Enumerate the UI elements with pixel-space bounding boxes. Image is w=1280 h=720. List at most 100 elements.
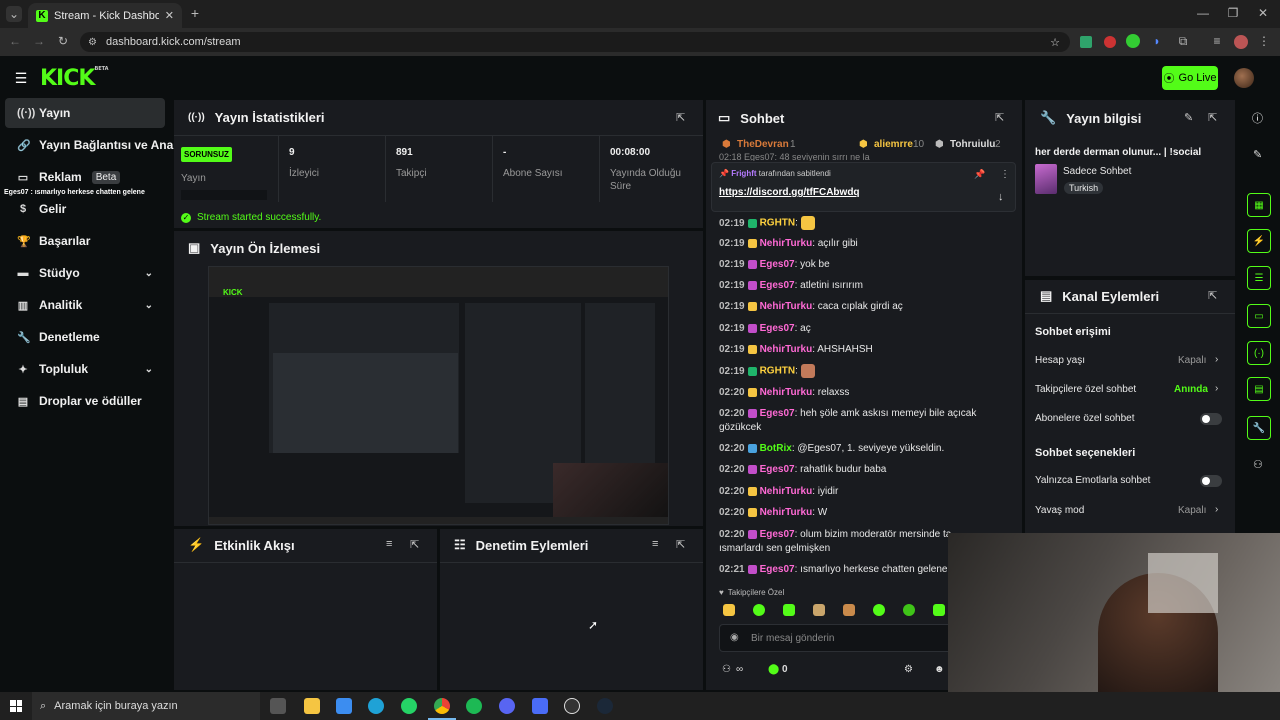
emote-icon[interactable] (873, 604, 885, 616)
reload-icon[interactable]: ↻ (56, 34, 70, 48)
chat-message[interactable]: 02:19 RGHTN: (719, 364, 979, 379)
taskbar-search[interactable]: ⌕ Aramak için buraya yazın (32, 692, 260, 720)
emote-only-toggle[interactable] (1200, 475, 1222, 487)
emote-picker-icon[interactable]: ☻ (934, 664, 945, 675)
sidebar-item-stream[interactable]: ((·)) Yayın (5, 98, 165, 128)
subs-chat-toggle[interactable] (1200, 413, 1222, 425)
chat-message[interactable]: 02:19 Eges07: atletini ısırırım (719, 279, 979, 293)
emote-icon[interactable] (903, 604, 915, 616)
sidebar-item-achievements[interactable]: 🏆 Başarılar (5, 226, 165, 256)
chevron-right-icon[interactable]: › (1215, 354, 1218, 365)
store-icon[interactable] (336, 698, 352, 714)
preview-widget-icon[interactable]: (·) (1247, 341, 1271, 365)
user-avatar[interactable] (1234, 68, 1254, 88)
chat-message[interactable]: 02:20 Eges07: olum bizim moderatör mersin… (719, 528, 979, 556)
filter-icon[interactable]: ≡ (652, 538, 658, 550)
hamburger-menu-icon[interactable]: ☰ (14, 70, 28, 87)
chat-widget-icon[interactable]: ▭ (1247, 304, 1271, 328)
popout-icon[interactable]: ⇱ (410, 538, 419, 551)
edge-icon[interactable] (368, 698, 384, 714)
obs-icon[interactable] (564, 698, 580, 714)
windows-start-icon[interactable] (10, 700, 22, 712)
chat-input[interactable]: ◉ Bir mesaj gönderin (719, 624, 959, 652)
chat-message[interactable]: 02:20 NehirTurku: iyidir (719, 485, 979, 499)
unpin-icon[interactable]: 📌 (974, 169, 985, 180)
tab-list-icon[interactable]: ⌄ (6, 6, 22, 22)
more-options-icon[interactable]: ⋮ (1000, 169, 1010, 180)
chat-username[interactable]: Eges07 (760, 529, 795, 540)
chat-username[interactable]: Eges07 (760, 259, 795, 270)
go-live-button[interactable]: ⦿ Go Live (1162, 66, 1218, 90)
info-icon[interactable]: ⓘ (1252, 110, 1263, 126)
spotify-icon[interactable] (466, 698, 482, 714)
emote-icon[interactable] (933, 604, 945, 616)
chat-message[interactable]: 02:19 NehirTurku: açılır gibi (719, 237, 979, 251)
chat-message[interactable]: 02:20 BotRix: @Eges07, 1. seviyeye yüksel… (719, 442, 979, 456)
close-window-icon[interactable]: ✕ (1256, 6, 1270, 20)
url-field[interactable]: ⚙ dashboard.kick.com/stream ☆ (80, 32, 1070, 52)
emote-icon[interactable] (753, 604, 765, 616)
community-icon[interactable]: ⚇ (1253, 458, 1263, 471)
chat-username[interactable]: NehirTurku (760, 301, 813, 312)
chat-message[interactable]: 02:19 Eges07: yok be (719, 258, 979, 272)
sidebar-item-analytics[interactable]: ▥ Analitik ⌄ (5, 290, 165, 320)
stats-widget-icon[interactable]: ▦ (1247, 193, 1271, 217)
chat-username[interactable]: Eges07 (760, 564, 795, 575)
sidebar-item-ads[interactable]: ▭ Reklam Beta (5, 162, 165, 192)
chat-message[interactable]: 02:19 NehirTurku: caca cıplak girdi aç (719, 300, 979, 314)
app-icon[interactable] (532, 698, 548, 714)
emote-icon[interactable] (813, 604, 825, 616)
forward-icon[interactable]: → (32, 34, 46, 48)
chat-message[interactable]: 02:21 Eges07: ısmarlıyo herkese chatten g… (719, 563, 979, 577)
back-icon[interactable]: ← (8, 34, 22, 48)
slow-mode-value[interactable]: Kapalı (1178, 505, 1206, 516)
sidebar-item-studio[interactable]: ▬ Stüdyo ⌄ (5, 258, 165, 288)
chat-username[interactable]: NehirTurku (760, 387, 813, 398)
bookmark-star-icon[interactable]: ☆ (1050, 36, 1060, 49)
chat-username[interactable]: NehirTurku (760, 486, 813, 497)
chevron-right-icon[interactable]: › (1215, 504, 1218, 515)
category-label[interactable]: Sadece Sohbet (1063, 166, 1131, 177)
filter-icon[interactable]: ≡ (386, 538, 392, 550)
sidebar-item-revenue[interactable]: $ Gelir (5, 194, 165, 224)
file-explorer-icon[interactable] (304, 698, 320, 714)
chat-username[interactable]: RGHTN (760, 218, 796, 229)
extensions-puzzle-icon[interactable]: ⧉ (1176, 34, 1190, 49)
chat-username[interactable]: RGHTN (760, 366, 796, 377)
popout-icon[interactable]: ⇱ (995, 111, 1004, 124)
extension-icon[interactable] (1104, 36, 1116, 48)
profile-avatar[interactable] (1234, 35, 1248, 49)
sidebar-item-community[interactable]: ✦ Topluluk ⌄ (5, 354, 165, 384)
chat-username[interactable]: NehirTurku (760, 507, 813, 518)
actions-widget-icon[interactable]: ▤ (1247, 377, 1271, 401)
chat-username[interactable]: Eges07 (760, 408, 795, 419)
popout-icon[interactable]: ⇱ (1208, 111, 1217, 124)
info-widget-icon[interactable]: 🔧 (1247, 416, 1271, 440)
chrome-icon[interactable] (434, 698, 450, 714)
scroll-down-icon[interactable]: ↓ (998, 191, 1004, 203)
restore-icon[interactable]: ❐ (1226, 6, 1240, 20)
minimize-icon[interactable]: — (1196, 6, 1210, 20)
activity-widget-icon[interactable]: ⚡ (1247, 229, 1271, 253)
chevron-right-icon[interactable]: › (1215, 383, 1218, 394)
chat-message[interactable]: 02:19 RGHTN: (719, 216, 979, 231)
chat-message[interactable]: 02:20 NehirTurku: W (719, 506, 979, 520)
steam-icon[interactable] (597, 698, 613, 714)
kick-logo[interactable]: KICKBETA (40, 66, 109, 91)
extension-icon[interactable] (1080, 36, 1092, 48)
chat-settings-icon[interactable]: ◉ (730, 632, 739, 643)
emote-icon[interactable] (723, 604, 735, 616)
popout-icon[interactable]: ⇱ (676, 111, 685, 124)
chat-username[interactable]: NehirTurku (760, 344, 813, 355)
reading-list-icon[interactable]: ≡ (1210, 34, 1224, 48)
edit-pencil-icon[interactable]: ✎ (1253, 148, 1262, 161)
emote-icon[interactable] (783, 604, 795, 616)
chat-username[interactable]: Eges07 (760, 280, 795, 291)
site-info-icon[interactable]: ⚙ (88, 37, 97, 48)
chat-username[interactable]: Eges07 (760, 323, 795, 334)
popout-icon[interactable]: ⇱ (676, 538, 685, 551)
emote-icon[interactable] (843, 604, 855, 616)
chat-message[interactable]: 02:19 Eges07: aç (719, 322, 979, 336)
chat-message[interactable]: 02:20 Eges07: rahatlık budur baba (719, 463, 979, 477)
new-tab-icon[interactable]: + (188, 5, 202, 21)
